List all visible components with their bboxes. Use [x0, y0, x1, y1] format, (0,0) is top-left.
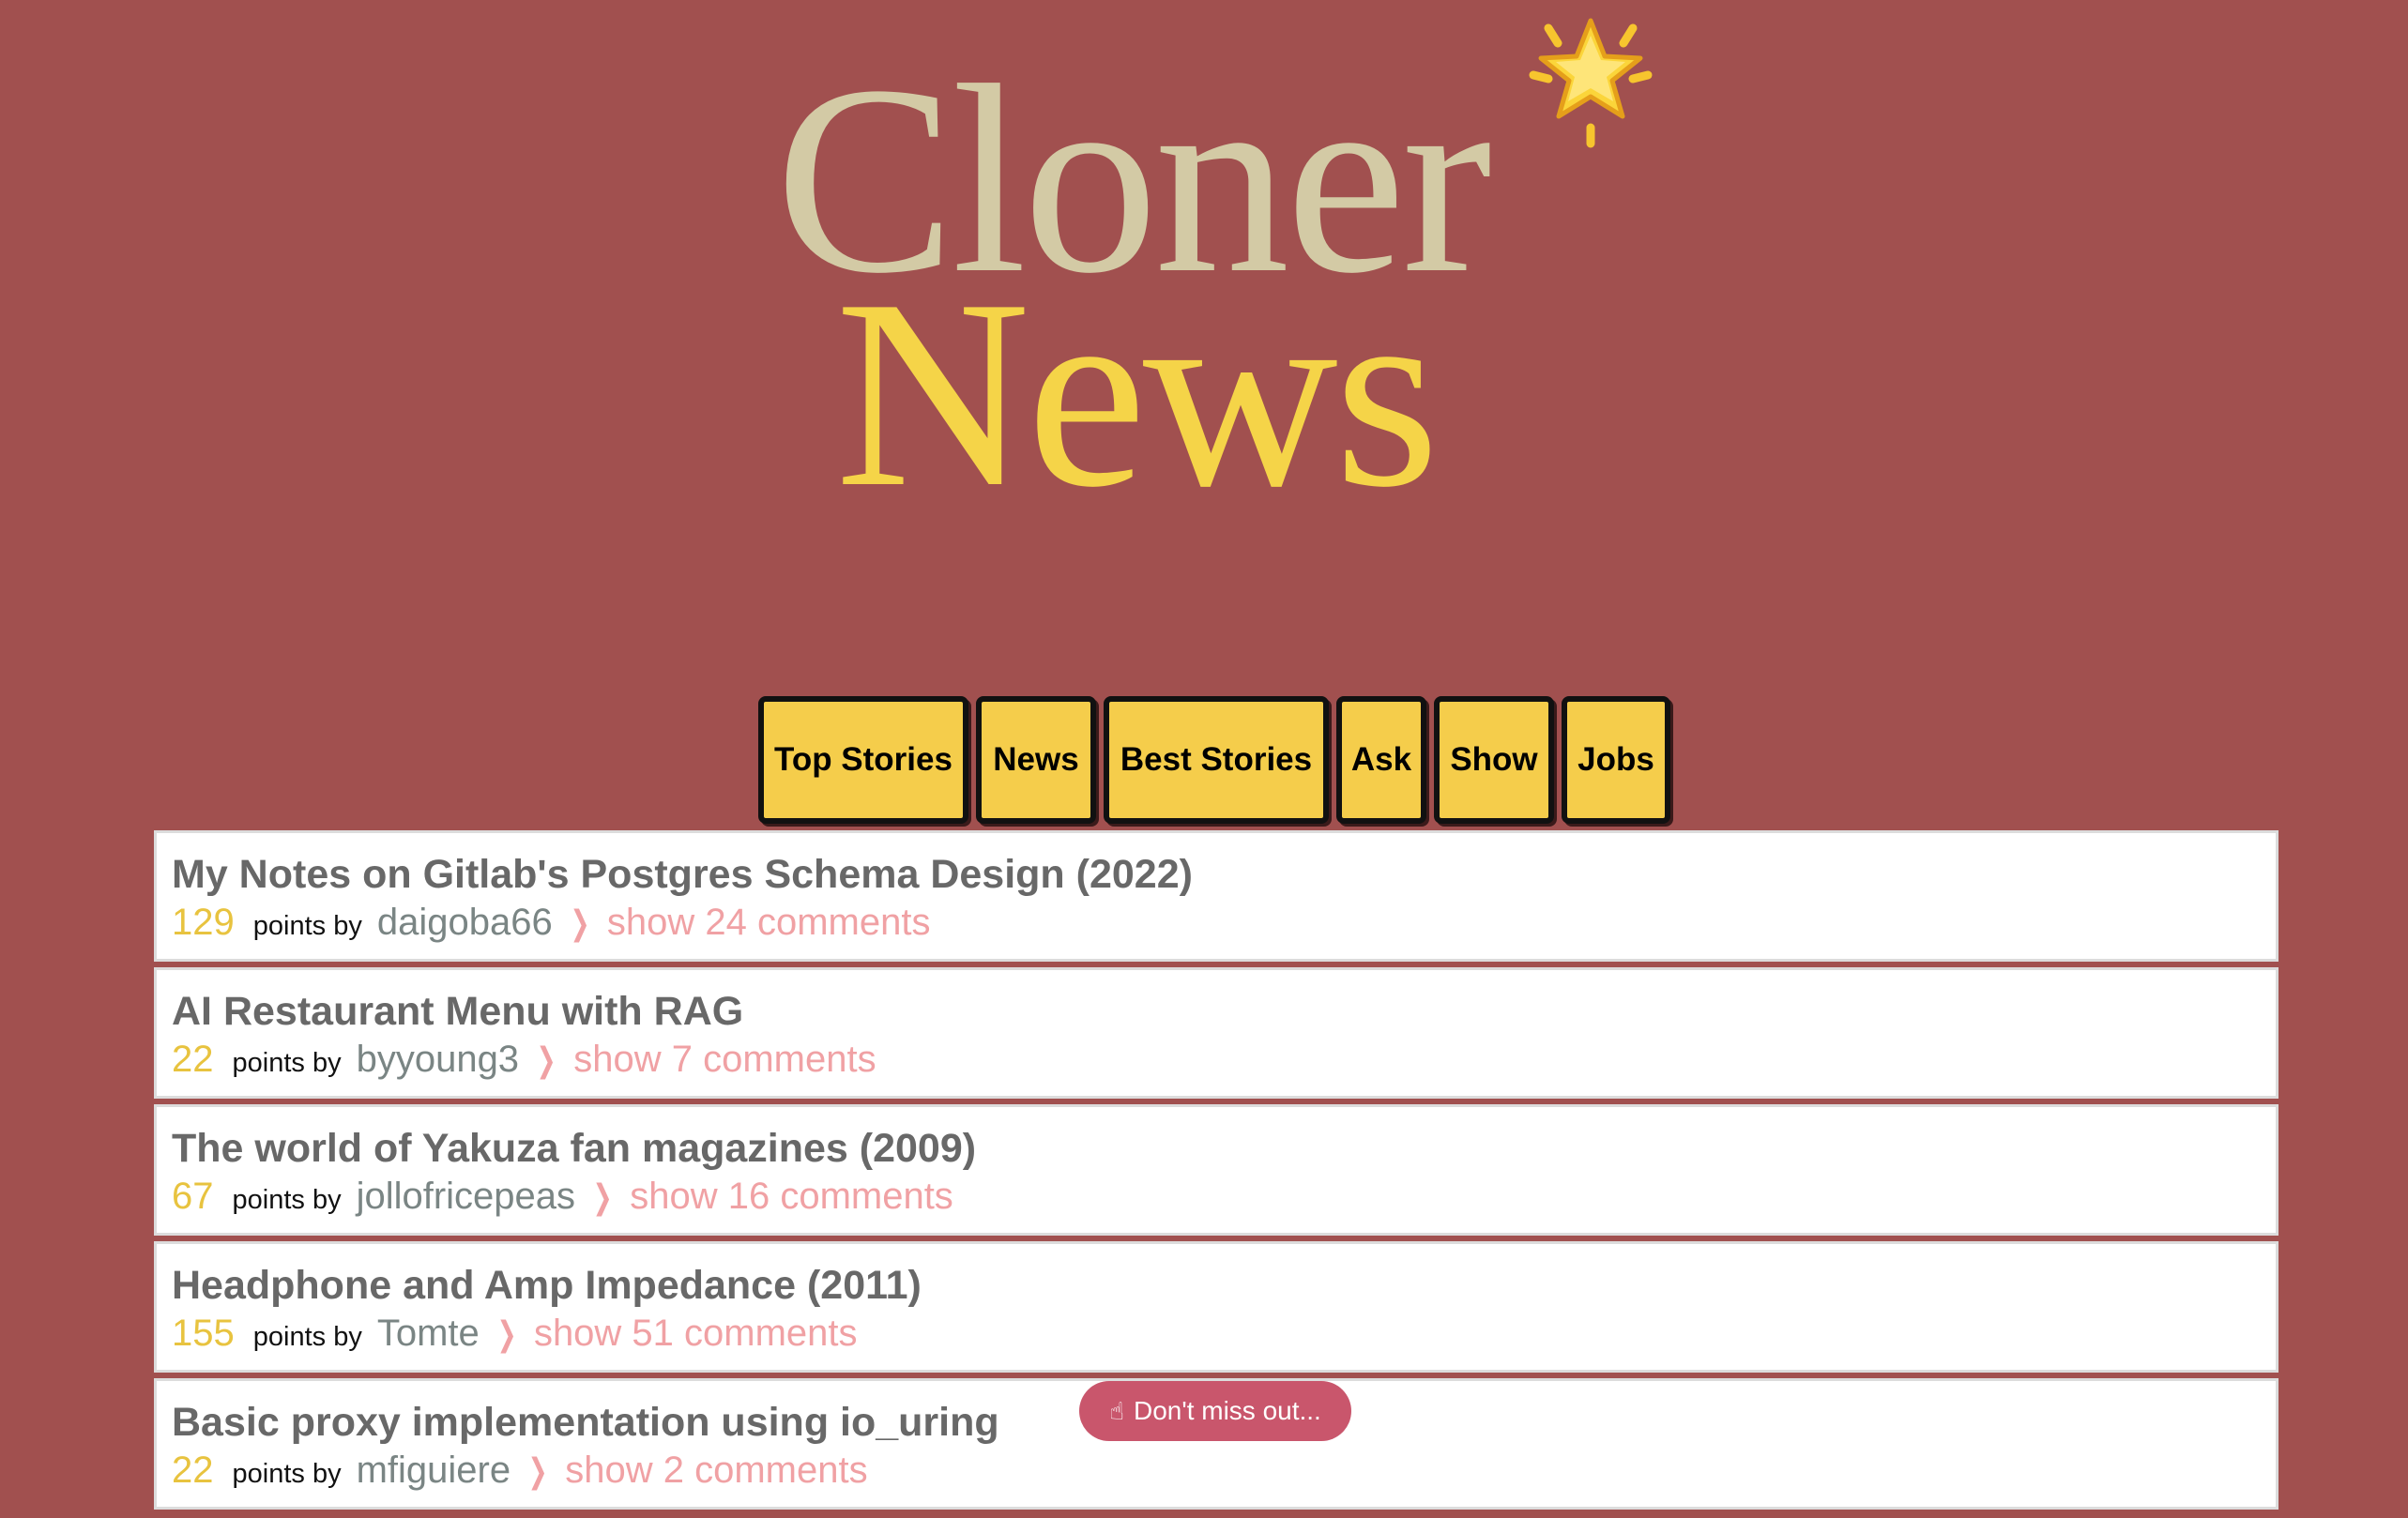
show-comments-link[interactable]: ❯ show 7 comments [532, 1036, 876, 1084]
story-item: My Notes on Gitlab's Postgres Schema Des… [154, 830, 2278, 962]
tab-jobs[interactable]: Jobs [1562, 696, 1670, 824]
show-comments-link[interactable]: ❯ show 24 comments [566, 899, 931, 947]
story-points: 67 [172, 1176, 214, 1217]
story-author-link[interactable]: jollofricepeas [357, 1173, 575, 1220]
dont-miss-out-toast[interactable]: ☝ Don't miss out... [1079, 1381, 1351, 1441]
glowing-star-icon [1529, 18, 1653, 148]
chevron-right-icon: ❯ [527, 1451, 548, 1490]
story-item: AI Restaurant Menu with RAG 22 points by… [154, 967, 2278, 1099]
story-author-link[interactable]: Tomte [377, 1310, 480, 1357]
tab-ask[interactable]: Ask [1336, 696, 1426, 824]
points-by-label: points by [252, 911, 362, 941]
chevron-right-icon: ❯ [536, 1040, 556, 1079]
toast-text: Don't miss out... [1133, 1396, 1321, 1425]
comments-label: show 16 comments [630, 1176, 953, 1217]
story-title-link[interactable]: AI Restaurant Menu with RAG [172, 987, 2261, 1036]
show-comments-link[interactable]: ❯ show 2 comments [524, 1447, 868, 1495]
pointing-up-hand-icon: ☝ [1109, 1396, 1124, 1425]
story-item: The world of Yakuza fan magazines (2009)… [154, 1104, 2278, 1236]
chevron-right-icon: ❯ [570, 903, 590, 942]
story-author-link[interactable]: byyoung3 [357, 1036, 519, 1083]
logo-word-news: News [835, 244, 1440, 543]
story-points: 22 [172, 1450, 214, 1491]
story-item: Headphone and Amp Impedance (2011) 155 p… [154, 1241, 2278, 1373]
main-nav: Top Stories News Best Stories Ask Show J… [758, 696, 1670, 824]
story-title-link[interactable]: The world of Yakuza fan magazines (2009) [172, 1124, 2261, 1173]
points-by-label: points by [232, 1459, 342, 1489]
points-by-label: points by [232, 1185, 342, 1215]
story-meta: 22 points by mfiguiere ❯ show 2 comments [172, 1447, 2261, 1497]
story-points: 155 [172, 1313, 235, 1354]
chevron-right-icon: ❯ [496, 1314, 517, 1353]
tab-best-stories[interactable]: Best Stories [1104, 696, 1329, 824]
comments-label: show 2 comments [565, 1450, 868, 1491]
comments-label: show 24 comments [606, 902, 931, 943]
story-meta: 67 points by jollofricepeas ❯ show 16 co… [172, 1173, 2261, 1223]
tab-top-stories[interactable]: Top Stories [758, 696, 968, 824]
tab-news[interactable]: News [976, 696, 1096, 824]
points-by-label: points by [252, 1322, 362, 1352]
story-title-link[interactable]: My Notes on Gitlab's Postgres Schema Des… [172, 850, 2261, 899]
story-points: 129 [172, 902, 235, 943]
show-comments-link[interactable]: ❯ show 16 comments [588, 1173, 953, 1221]
points-by-label: points by [232, 1048, 342, 1078]
chevron-right-icon: ❯ [592, 1177, 613, 1216]
tab-show[interactable]: Show [1434, 696, 1554, 824]
story-meta: 155 points by Tomte ❯ show 51 comments [172, 1310, 2261, 1360]
comments-label: show 51 comments [533, 1313, 858, 1354]
show-comments-link[interactable]: ❯ show 51 comments [493, 1310, 858, 1358]
story-meta: 22 points by byyoung3 ❯ show 7 comments [172, 1036, 2261, 1086]
story-author-link[interactable]: daigoba66 [377, 899, 553, 946]
site-logo[interactable]: Cloner News [0, 0, 2408, 657]
story-meta: 129 points by daigoba66 ❯ show 24 commen… [172, 899, 2261, 949]
story-author-link[interactable]: mfiguiere [357, 1447, 511, 1494]
story-title-link[interactable]: Headphone and Amp Impedance (2011) [172, 1261, 2261, 1310]
comments-label: show 7 comments [573, 1039, 876, 1080]
story-points: 22 [172, 1039, 214, 1080]
